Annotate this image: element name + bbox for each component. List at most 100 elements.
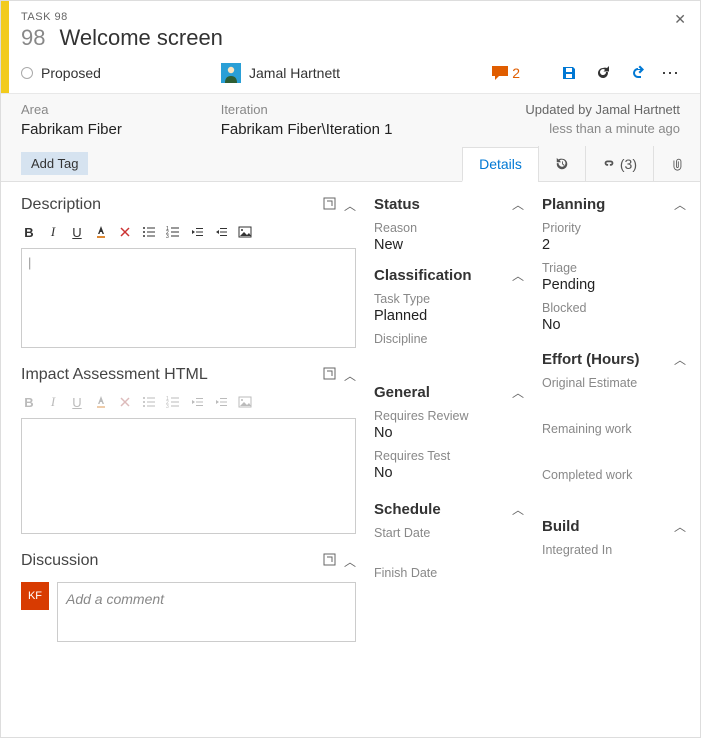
outdent-button[interactable] [189, 224, 205, 240]
status-title: Status [374, 196, 420, 213]
italic-button[interactable]: I [45, 224, 61, 240]
priority-value[interactable]: 2 [542, 237, 686, 253]
comment-input[interactable]: Add a comment [57, 582, 356, 642]
image-button[interactable] [237, 224, 253, 240]
effort-title: Effort (Hours) [542, 351, 640, 368]
link-icon [602, 157, 616, 171]
mid-column: Status︿ Reason New Classification︿ Task … [374, 196, 524, 723]
collapse-icon[interactable]: ︿ [344, 367, 356, 384]
underline-button[interactable]: U [69, 224, 85, 240]
impact-editor[interactable] [21, 418, 356, 534]
fullscreen-icon[interactable] [323, 553, 336, 569]
bullets-button[interactable] [141, 224, 157, 240]
completed-value[interactable] [542, 484, 686, 500]
remaining-label: Remaining work [542, 422, 686, 436]
tasktype-label: Task Type [374, 292, 524, 306]
reqreview-label: Requires Review [374, 409, 524, 423]
finishdate-label: Finish Date [374, 566, 524, 580]
startdate-value[interactable] [374, 542, 524, 558]
build-title: Build [542, 518, 580, 535]
avatar-icon [221, 63, 241, 83]
state-dot-icon [21, 67, 33, 79]
clear-format-button[interactable] [117, 224, 133, 240]
area-field[interactable]: Area Fabrikam Fiber [21, 102, 221, 138]
save-icon[interactable] [560, 64, 578, 82]
tab-attachments[interactable] [653, 146, 700, 181]
updated-info: Updated by Jamal Hartnett less than a mi… [420, 102, 680, 138]
general-title: General [374, 384, 430, 401]
startdate-label: Start Date [374, 526, 524, 540]
indent-button[interactable] [213, 394, 229, 410]
numbers-button[interactable]: 123 [165, 224, 181, 240]
font-color-button[interactable] [93, 224, 109, 240]
undo-icon[interactable] [628, 64, 646, 82]
tabs: Details (3) [462, 146, 700, 181]
svg-text:3: 3 [166, 404, 169, 409]
task-title[interactable]: Welcome screen [59, 25, 222, 51]
underline-button[interactable]: U [69, 394, 85, 410]
remaining-value[interactable] [542, 438, 686, 454]
planning-title: Planning [542, 196, 605, 213]
iteration-field[interactable]: Iteration Fabrikam Fiber\Iteration 1 [221, 102, 421, 138]
collapse-icon[interactable]: ︿ [344, 197, 356, 214]
clear-format-button[interactable] [117, 394, 133, 410]
fullscreen-icon[interactable] [323, 367, 336, 383]
description-editor[interactable]: | [21, 248, 356, 348]
main-column: Description ︿ B I U 123 | [21, 196, 356, 723]
discipline-value[interactable] [374, 348, 524, 364]
collapse-icon[interactable]: ︿ [674, 351, 686, 368]
image-button[interactable] [237, 394, 253, 410]
blocked-value[interactable]: No [542, 317, 686, 333]
iteration-value: Fabrikam Fiber\Iteration 1 [221, 121, 421, 138]
tab-history[interactable] [538, 146, 585, 181]
assignee-field[interactable]: Jamal Hartnett [221, 63, 492, 83]
discipline-label: Discipline [374, 332, 524, 346]
comments-indicator[interactable]: 2 [492, 65, 520, 81]
collapse-icon[interactable]: ︿ [512, 384, 524, 401]
area-value: Fabrikam Fiber [21, 121, 221, 138]
collapse-icon[interactable]: ︿ [512, 196, 524, 213]
updated-time: less than a minute ago [420, 121, 680, 136]
updated-by: Updated by Jamal Hartnett [420, 102, 680, 117]
attachment-icon [670, 157, 684, 171]
font-color-button[interactable] [93, 394, 109, 410]
triage-value[interactable]: Pending [542, 277, 686, 293]
schedule-title: Schedule [374, 501, 441, 518]
state-field[interactable]: Proposed [21, 65, 221, 81]
close-icon[interactable]: ✕ [674, 11, 686, 28]
bullets-button[interactable] [141, 394, 157, 410]
reqreview-value[interactable]: No [374, 425, 524, 441]
italic-button[interactable]: I [45, 394, 61, 410]
body: Description ︿ B I U 123 | [1, 182, 700, 737]
origest-value[interactable] [542, 392, 686, 408]
classification-title: Classification [374, 267, 472, 284]
collapse-icon[interactable]: ︿ [512, 267, 524, 284]
add-tag-button[interactable]: Add Tag [21, 152, 88, 175]
history-icon [555, 157, 569, 171]
work-item-type-color-bar [1, 1, 9, 93]
indent-button[interactable] [213, 224, 229, 240]
reason-value[interactable]: New [374, 237, 524, 253]
area-label: Area [21, 102, 221, 117]
bold-button[interactable]: B [21, 224, 37, 240]
collapse-icon[interactable]: ︿ [344, 553, 356, 570]
refresh-icon[interactable] [594, 64, 612, 82]
tasktype-value[interactable]: Planned [374, 308, 524, 324]
collapse-icon[interactable]: ︿ [674, 518, 686, 535]
fullscreen-icon[interactable] [323, 197, 336, 213]
comment-count: 2 [512, 65, 520, 81]
work-item-form: ✕ TASK 98 98 Welcome screen Proposed Jam… [0, 0, 701, 738]
tab-details[interactable]: Details [462, 147, 538, 182]
impact-title: Impact Assessment HTML [21, 366, 208, 384]
numbers-button[interactable]: 123 [165, 394, 181, 410]
triage-label: Triage [542, 261, 686, 275]
bold-button[interactable]: B [21, 394, 37, 410]
tab-links[interactable]: (3) [585, 146, 653, 181]
reqtest-value[interactable]: No [374, 465, 524, 481]
tags-area: Add Tag [1, 146, 462, 181]
collapse-icon[interactable]: ︿ [512, 501, 524, 518]
more-actions-icon[interactable]: ⋯ [662, 64, 680, 82]
description-title: Description [21, 196, 101, 214]
collapse-icon[interactable]: ︿ [674, 196, 686, 213]
outdent-button[interactable] [189, 394, 205, 410]
